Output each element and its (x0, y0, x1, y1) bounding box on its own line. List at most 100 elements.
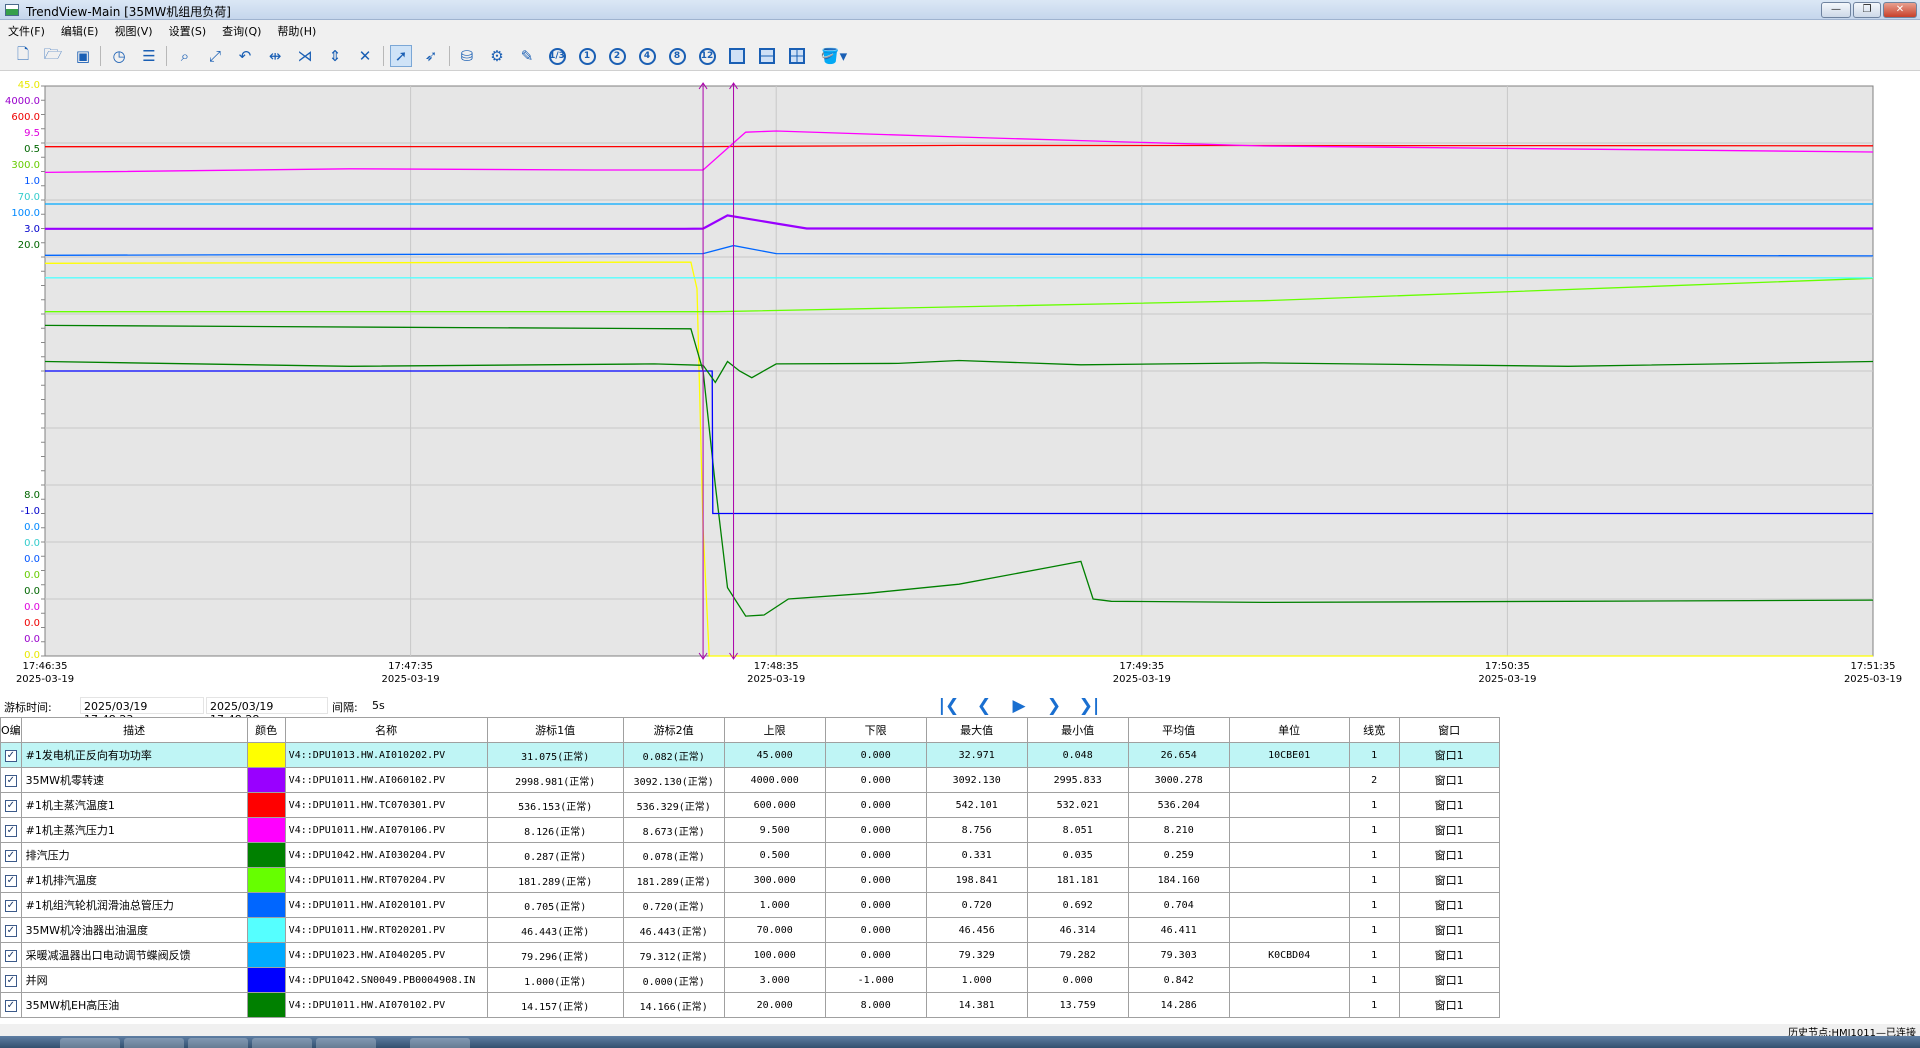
gear-icon[interactable]: ⚙ (486, 45, 508, 67)
cell-max[interactable]: 0.720 (925, 892, 1028, 918)
menu-settings[interactable]: 设置(S) (161, 20, 215, 40)
cell-window[interactable]: 窗口1 (1398, 942, 1500, 968)
cell-avg[interactable]: 8.210 (1127, 817, 1230, 843)
cell-low-limit[interactable]: 0.000 (824, 842, 927, 868)
cell-tag-name[interactable]: V4::DPU1011.HW.AI060102.PV (284, 767, 488, 793)
cell-cursor2-value[interactable]: 14.166(正常) (622, 992, 725, 1018)
cell-avg[interactable]: 26.654 (1127, 742, 1230, 768)
cell-low-limit[interactable]: 0.000 (824, 817, 927, 843)
cell-linewidth[interactable]: 2 (1348, 767, 1400, 793)
cell-color-swatch[interactable] (246, 967, 286, 993)
pen-1-icon[interactable]: 1 (576, 45, 598, 67)
row-checkbox[interactable]: ✓ (0, 817, 22, 843)
cell-max[interactable]: 198.841 (925, 867, 1028, 893)
cell-high-limit[interactable]: 3.000 (723, 967, 826, 993)
next-icon[interactable]: ❯ (1043, 696, 1065, 716)
pointer-icon[interactable]: ➚ (390, 45, 412, 67)
cell-avg[interactable]: 79.303 (1127, 942, 1230, 968)
cursor-select-icon[interactable]: ➶ (420, 45, 442, 67)
layout-double-icon[interactable] (756, 45, 778, 67)
cell-avg[interactable]: 14.286 (1127, 992, 1230, 1018)
cell-linewidth[interactable]: 1 (1348, 967, 1400, 993)
first-page-icon[interactable]: |❮ (938, 696, 960, 716)
layout-quad-icon[interactable] (786, 45, 808, 67)
cell-high-limit[interactable]: 20.000 (723, 992, 826, 1018)
menu-help[interactable]: 帮助(H) (269, 20, 324, 40)
cell-window[interactable]: 窗口1 (1398, 792, 1500, 818)
table-row[interactable]: ✓ #1机主蒸汽温度1 V4::DPU1011.HW.TC070301.PV 536.… (0, 792, 1500, 818)
cell-cursor2-value[interactable]: 0.078(正常) (622, 842, 725, 868)
cell-color-swatch[interactable] (246, 867, 286, 893)
cell-color-swatch[interactable] (246, 942, 286, 968)
cell-low-limit[interactable]: 0.000 (824, 942, 927, 968)
cell-high-limit[interactable]: 600.000 (723, 792, 826, 818)
col-header-avg[interactable]: 平均值 (1127, 717, 1230, 743)
col-header-max[interactable]: 最大值 (925, 717, 1028, 743)
taskbar-item[interactable] (252, 1038, 312, 1048)
cell-max[interactable]: 542.101 (925, 792, 1028, 818)
color-swatch[interactable] (248, 893, 285, 917)
cell-linewidth[interactable]: 1 (1348, 917, 1400, 943)
cell-color-swatch[interactable] (246, 792, 286, 818)
database-icon[interactable]: ⛁ (456, 45, 478, 67)
color-swatch[interactable] (248, 818, 285, 842)
cursor1-time-field[interactable]: 2025/03/19 17:48:23 (80, 697, 204, 726)
maximize-button[interactable]: ❐ (1853, 2, 1881, 18)
menu-edit[interactable]: 编辑(E) (53, 20, 107, 40)
cell-unit[interactable] (1228, 967, 1350, 993)
paint-bucket-icon[interactable]: 🪣▾ (818, 45, 850, 67)
cell-low-limit[interactable]: 0.000 (824, 767, 927, 793)
checkbox-check-icon[interactable]: ✓ (4, 824, 17, 837)
col-header-color[interactable]: 颜色 (246, 717, 286, 743)
minimize-button[interactable]: — (1821, 2, 1851, 18)
layout-single-icon[interactable] (726, 45, 748, 67)
row-checkbox[interactable]: ✓ (0, 892, 22, 918)
color-swatch[interactable] (248, 743, 285, 767)
col-header-cursor2[interactable]: 游标2值 (622, 717, 725, 743)
list-icon[interactable]: ☰ (138, 45, 160, 67)
checkbox-check-icon[interactable]: ✓ (4, 874, 17, 887)
col-header-name[interactable]: 名称 (284, 717, 488, 743)
close-button[interactable]: ✕ (1883, 2, 1917, 18)
open-folder-icon[interactable]: 🗁 (42, 45, 64, 67)
col-header-unit[interactable]: 单位 (1228, 717, 1350, 743)
cell-cursor2-value[interactable]: 0.720(正常) (622, 892, 725, 918)
cell-cursor2-value[interactable]: 181.289(正常) (622, 867, 725, 893)
cell-desc[interactable]: 35MW机EH高压油 (20, 992, 248, 1018)
checkbox-check-icon[interactable]: ✓ (4, 974, 17, 987)
col-header-desc[interactable]: 描述 (20, 717, 248, 743)
cell-color-swatch[interactable] (246, 842, 286, 868)
expand-horizontal-icon[interactable]: ⇹ (264, 45, 286, 67)
cell-tag-name[interactable]: V4::DPU1013.HW.AI010202.PV (284, 742, 488, 768)
cell-low-limit[interactable]: 0.000 (824, 892, 927, 918)
cell-color-swatch[interactable] (246, 817, 286, 843)
cell-cursor2-value[interactable]: 79.312(正常) (622, 942, 725, 968)
cell-linewidth[interactable]: 1 (1348, 992, 1400, 1018)
menu-view[interactable]: 视图(V) (106, 20, 160, 40)
pen-8-icon[interactable]: 8 (666, 45, 688, 67)
checkbox-check-icon[interactable]: ✓ (4, 949, 17, 962)
cell-high-limit[interactable]: 0.500 (723, 842, 826, 868)
col-header-low[interactable]: 下限 (824, 717, 927, 743)
cell-min[interactable]: 181.181 (1026, 867, 1129, 893)
cell-cursor1-value[interactable]: 0.705(正常) (486, 892, 624, 918)
cell-min[interactable]: 79.282 (1026, 942, 1129, 968)
cell-cursor1-value[interactable]: 31.075(正常) (486, 742, 624, 768)
col-header-high[interactable]: 上限 (723, 717, 826, 743)
cell-avg[interactable]: 0.842 (1127, 967, 1230, 993)
cell-unit[interactable]: K0CBD04 (1228, 942, 1350, 968)
checkbox-check-icon[interactable]: ✓ (4, 849, 17, 862)
cell-linewidth[interactable]: 1 (1348, 867, 1400, 893)
cell-max[interactable]: 1.000 (925, 967, 1028, 993)
cell-cursor1-value[interactable]: 2998.981(正常) (486, 767, 624, 793)
cell-unit[interactable] (1228, 817, 1350, 843)
table-row[interactable]: ✓ #1机组汽轮机润滑油总管压力 V4::DPU1011.HW.AI020101.P… (0, 892, 1500, 918)
undo-icon[interactable]: ↶ (234, 45, 256, 67)
col-header-cursor1[interactable]: 游标1值 (486, 717, 624, 743)
cell-cursor1-value[interactable]: 1.000(正常) (486, 967, 624, 993)
cell-color-swatch[interactable] (246, 917, 286, 943)
col-header-index[interactable]: O编 (0, 717, 22, 743)
cell-window[interactable]: 窗口1 (1398, 767, 1500, 793)
menu-file[interactable]: 文件(F) (0, 20, 53, 40)
cell-cursor1-value[interactable]: 0.287(正常) (486, 842, 624, 868)
